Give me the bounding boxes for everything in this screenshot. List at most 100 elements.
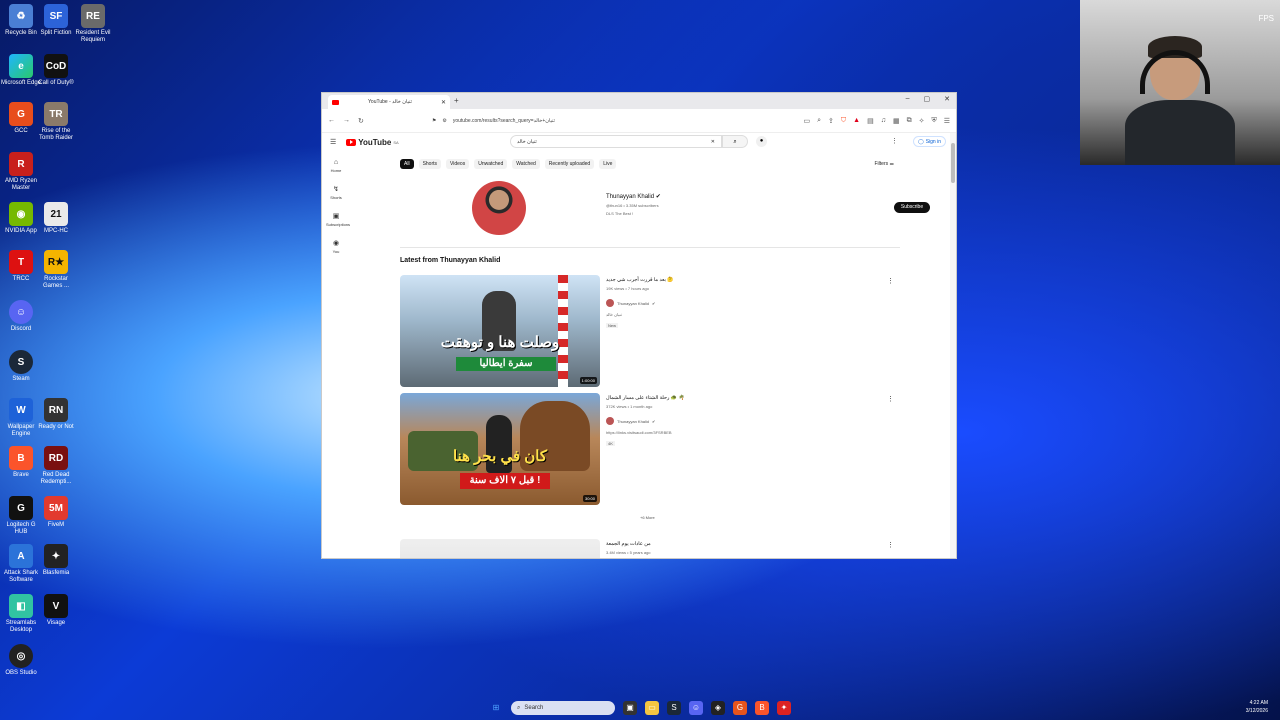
puzzle-icon[interactable]: ⧉ [907,117,912,125]
minimize-button[interactable]: – [906,95,910,103]
desktop-icon-ready-or-not[interactable]: RN Ready or Not [35,398,77,431]
windows-start-icon[interactable]: ⊞ [489,701,503,715]
wallet-icon[interactable]: ▦ [893,117,900,125]
video-channel[interactable]: Thunayyan Khalid ✔ [606,417,655,425]
browser-tab[interactable]: YouTube - ثنيان خالد ✕ [328,95,450,109]
channel-avatar[interactable] [472,181,526,235]
system-tray[interactable]: 4:22 AM 3/12/2026 [1246,699,1268,715]
tab-close-icon[interactable]: ✕ [441,99,446,106]
video-result[interactable]: وصلت هنا و توهقت سفرة ايطاليا 1:00:00 بع… [400,275,900,387]
clock-date: 3/12/2026 [1245,708,1268,714]
chip-watched[interactable]: Watched [512,159,540,169]
guide-menu-icon[interactable]: ☰ [330,138,336,146]
browser-extensions: ▭ ⌕ ⇪ ⛉ ▲ ▤ ♫ ▦ ⧉ ✧ ⛨ ☰ [803,117,950,125]
desktop-icon-amd-ryzen[interactable]: R AMD Ryzen Master [0,152,42,192]
video-result[interactable]: من عادات يوم الجمعة 3.4M views • 5 years… [400,539,900,558]
guide-item-home[interactable]: ⌂ Home [326,159,346,173]
bookmark-icon[interactable]: ⚑ [432,118,436,124]
more-results-button[interactable]: +6 More [640,515,655,520]
youtube-logo[interactable]: YouTube SA [346,138,399,147]
app-taskbar-icon[interactable]: ◈ [711,701,725,715]
cast-icon[interactable]: ▭ [803,117,810,125]
video-result[interactable]: كان في بحر هنا قبل ٧ الاف سنة ! 30:00 رح… [400,393,900,505]
red-dead-icon: RD [44,446,68,470]
desktop-icon-split-fiction[interactable]: SF Split Fiction [35,4,77,37]
guide-item-subscriptions[interactable]: ▣ Subscriptions [326,212,350,227]
channel-name[interactable]: Thunayyan Khalid ✔ [606,193,661,200]
reload-icon[interactable]: ↻ [358,117,364,125]
settings-kebab-icon[interactable]: ⋮ [891,137,898,145]
menu-icon[interactable]: ☰ [944,117,950,125]
leo-icon[interactable]: ✧ [919,117,925,125]
task-view-icon[interactable]: ▣ [623,701,637,715]
vpn-icon[interactable]: ⛨ [931,117,936,125]
app2-taskbar-icon[interactable]: ✦ [777,701,791,715]
video-title[interactable]: رحلة الشتاء على مسار الشمال 🐢 🌴 [606,395,685,401]
desktop-icon-blasfemia[interactable]: ✦ Blasfemia [35,544,77,577]
video-action-menu-icon[interactable]: ⋮ [887,395,894,403]
desktop-icon-resident-evil[interactable]: RE Resident Evil Requiem [72,4,114,44]
new-tab-button[interactable]: + [454,96,459,105]
filters-button[interactable]: Filters ⚌ [875,161,895,167]
search-icon[interactable]: ⌕ [722,135,748,148]
search-input[interactable]: ثنيان خالد ✕ [510,135,722,148]
desktop-icon-rockstar[interactable]: R★ Rockstar Games ... [35,250,77,290]
sign-in-button[interactable]: ◯ Sign in [913,136,946,147]
sidebar-icon[interactable]: ▤ [867,117,874,125]
video-title[interactable]: من عادات يوم الجمعة [606,541,651,547]
brave-rewards-icon[interactable]: ▲ [853,117,860,125]
desktop-icon-red-dead[interactable]: RD Red Dead Redempti... [35,446,77,486]
video-thumbnail[interactable]: وصلت هنا و توهقت سفرة ايطاليا 1:00:00 [400,275,600,387]
video-action-menu-icon[interactable]: ⋮ [887,277,894,285]
page-scrollbar[interactable] [950,133,956,558]
video-channel[interactable]: Thunayyan Khalid ✔ [606,299,655,307]
desktop-icon-mpc-hc[interactable]: 21 MPC-HC [35,202,77,235]
share-icon[interactable]: ⇪ [828,117,834,125]
video-thumbnail[interactable] [400,539,600,558]
back-icon[interactable]: ← [328,117,335,124]
desktop-icon-steam[interactable]: S Steam [0,350,42,383]
chip-recently-uploaded[interactable]: Recently uploaded [544,159,595,169]
blasfemia-icon: ✦ [44,544,68,568]
close-button[interactable]: ✕ [944,95,950,103]
video-action-menu-icon[interactable]: ⋮ [887,541,894,549]
desktop-icon-visage[interactable]: V Visage [35,594,77,627]
taskbar-search[interactable]: ⌕ Search [511,701,615,715]
desktop-icon-obs[interactable]: ◎ OBS Studio [0,644,42,677]
chip-shorts[interactable]: Shorts [418,159,442,169]
subscribe-button[interactable]: Subscribe [894,202,930,213]
maximize-button[interactable]: ▢ [924,95,931,103]
extension-icon[interactable]: ♫ [881,117,886,125]
guide-item-you[interactable]: ◉ You [326,239,346,254]
desktop-icon-fivem[interactable]: 5M FiveM [35,496,77,529]
address-bar[interactable]: ⚑ ⚙ youtube.com/results?search_query=ثني… [432,114,692,128]
wallpaper-engine-icon: W [9,398,33,422]
chip-videos[interactable]: Videos [446,159,470,169]
microphone-icon[interactable]: ● [756,136,767,147]
clear-search-icon[interactable]: ✕ [711,139,715,145]
taskbar: ⊞ ⌕ Search ▣ ▭ S ☺ ◈ G B ✦ 4:22 AM 3/12/2… [0,696,1280,720]
desktop-icon-discord[interactable]: ☺ Discord [0,300,42,333]
gcc-taskbar-icon[interactable]: G [733,701,747,715]
brave-shield-icon[interactable]: ⛉ [841,117,846,125]
scrollbar-thumb[interactable] [951,143,955,183]
site-info-icon[interactable]: ⚙ [442,118,446,124]
guide-item-shorts[interactable]: ↯ Shorts [326,185,346,200]
desktop-icon-call-of-duty[interactable]: CoD Call of Duty® [35,54,77,87]
video-title[interactable]: بعد ما قررت أجرب شي جديد 🤔 [606,277,674,283]
chip-unwatched[interactable]: Unwatched [474,159,508,169]
chip-live[interactable]: Live [599,159,617,169]
steam-icon: S [9,350,33,374]
forward-icon[interactable]: → [343,117,350,124]
brave-taskbar-icon[interactable]: B [755,701,769,715]
chip-all[interactable]: All [400,159,414,169]
discord-taskbar-icon[interactable]: ☺ [689,701,703,715]
verified-icon: ✔ [655,194,661,200]
desktop-icon-tomb-raider[interactable]: TR Rise of the Tomb Raider [35,102,77,142]
zoom-icon[interactable]: ⌕ [817,117,821,125]
section-divider [400,247,900,248]
steam-taskbar-icon[interactable]: S [667,701,681,715]
video-thumbnail[interactable]: كان في بحر هنا قبل ٧ الاف سنة ! 30:00 [400,393,600,505]
file-explorer-icon[interactable]: ▭ [645,701,659,715]
mpc-hc-icon: 21 [44,202,68,226]
